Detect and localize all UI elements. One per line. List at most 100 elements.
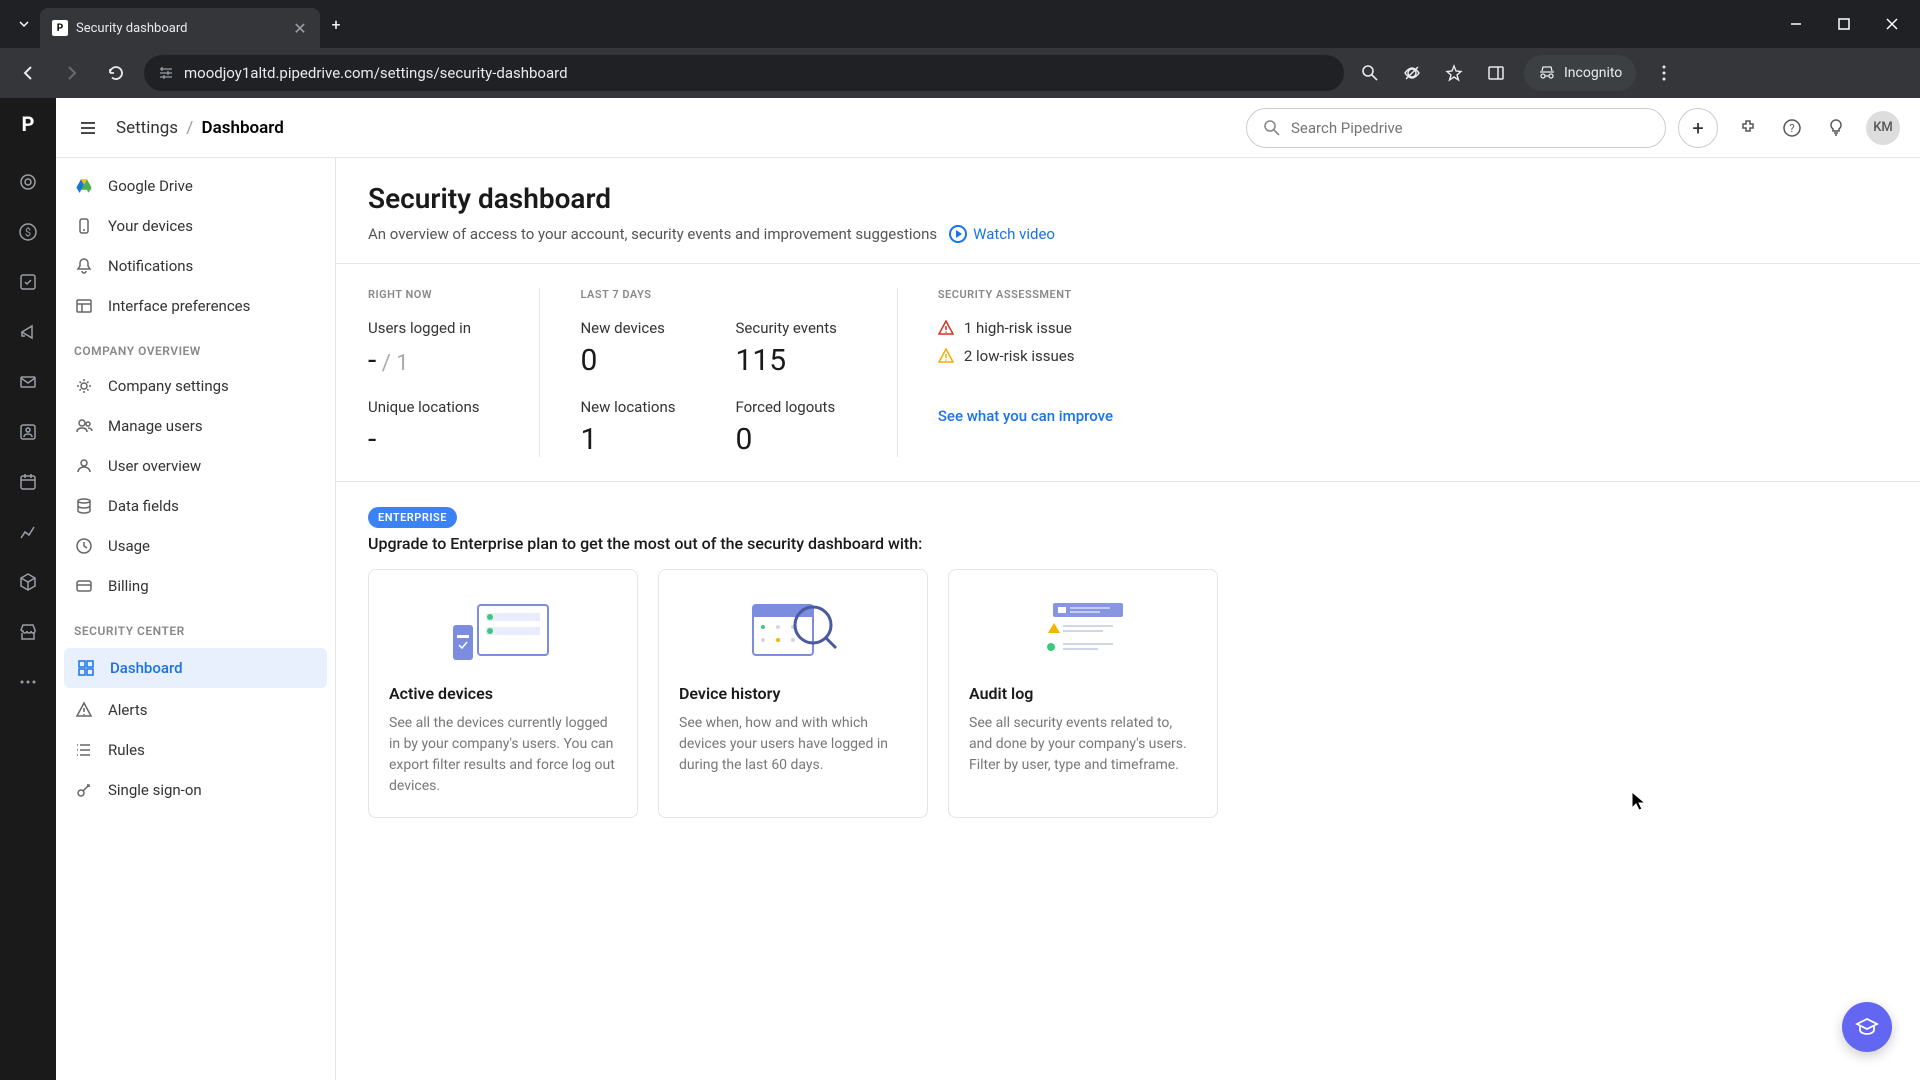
feature-card-desc: See when, how and with which devices you…: [679, 713, 907, 776]
tracking-blocked-icon[interactable]: [1398, 59, 1426, 87]
user-avatar[interactable]: KM: [1866, 111, 1900, 145]
app-logo-icon[interactable]: P: [10, 106, 46, 142]
sidebar-item-billing[interactable]: Billing: [56, 566, 335, 606]
sidebar-item-sso[interactable]: Single sign-on: [56, 770, 335, 810]
help-fab-button[interactable]: [1842, 1002, 1892, 1052]
lightbulb-icon[interactable]: [1822, 114, 1850, 142]
close-tab-button[interactable]: ✕: [292, 20, 308, 36]
stat-label: Users logged in: [368, 319, 479, 337]
users-icon: [74, 416, 94, 436]
help-icon[interactable]: ?: [1778, 114, 1806, 142]
sidebar-item-label: Billing: [108, 577, 149, 595]
rail-mail-icon[interactable]: [6, 360, 50, 404]
minimize-button[interactable]: [1776, 8, 1816, 40]
sidebar-item-label: Dashboard: [110, 659, 183, 677]
sidebar-item-user-overview[interactable]: User overview: [56, 446, 335, 486]
rail-more-icon[interactable]: [6, 660, 50, 704]
feature-card-title: Active devices: [389, 684, 617, 703]
feature-card-audit-log[interactable]: Audit log See all security events relate…: [948, 569, 1218, 818]
search-box[interactable]: [1246, 108, 1666, 148]
bell-icon: [74, 256, 94, 276]
maximize-button[interactable]: [1824, 8, 1864, 40]
rail-insights-icon[interactable]: [6, 510, 50, 554]
sidebar-item-label: Company settings: [108, 377, 229, 395]
url-bar[interactable]: moodjoy1altd.pipedrive.com/settings/secu…: [144, 55, 1344, 91]
sidebar-item-label: Interface preferences: [108, 297, 250, 315]
grid-icon: [76, 658, 96, 678]
back-button[interactable]: [12, 57, 44, 89]
reload-button[interactable]: [100, 57, 132, 89]
rail-projects-icon[interactable]: [6, 260, 50, 304]
stat-label: Unique locations: [368, 398, 479, 416]
sidebar-item-label: Notifications: [108, 257, 193, 275]
rail-calendar-icon[interactable]: [6, 460, 50, 504]
sidebar-item-label: Data fields: [108, 497, 179, 515]
rail-marketplace-icon[interactable]: [6, 610, 50, 654]
tab-favicon-icon: P: [52, 20, 68, 36]
browser-tab[interactable]: P Security dashboard ✕: [40, 8, 320, 48]
sidebar-item-your-devices[interactable]: Your devices: [56, 206, 335, 246]
rail-deals-icon[interactable]: $: [6, 210, 50, 254]
gear-icon: [74, 376, 94, 396]
watch-video-link[interactable]: Watch video: [949, 225, 1055, 243]
site-settings-icon[interactable]: [158, 65, 174, 81]
enterprise-badge: ENTERPRISE: [368, 507, 457, 528]
zoom-icon[interactable]: [1356, 59, 1384, 87]
stats-head-7days: LAST 7 DAYS: [580, 288, 836, 301]
menu-toggle-button[interactable]: [76, 116, 100, 140]
sidebar-item-rules[interactable]: Rules: [56, 730, 335, 770]
high-risk-row[interactable]: 1 high-risk issue: [938, 319, 1113, 337]
sidebar-item-google-drive[interactable]: Google Drive: [56, 166, 335, 206]
tab-search-dropdown[interactable]: [8, 8, 40, 40]
rail-campaigns-icon[interactable]: [6, 310, 50, 354]
rail-products-icon[interactable]: [6, 560, 50, 604]
breadcrumb-root[interactable]: Settings: [116, 118, 178, 138]
sidebar-header-security: SECURITY CENTER: [56, 606, 335, 646]
add-button[interactable]: +: [1678, 108, 1718, 148]
watch-video-label: Watch video: [973, 225, 1055, 243]
feature-card-title: Audit log: [969, 684, 1197, 703]
forward-button[interactable]: [56, 57, 88, 89]
high-risk-text: 1 high-risk issue: [964, 319, 1072, 337]
feature-card-active-devices[interactable]: Active devices See all the devices curre…: [368, 569, 638, 818]
stat-value: 0: [735, 422, 836, 457]
stat-label: New devices: [580, 319, 675, 337]
new-tab-button[interactable]: +: [320, 8, 352, 40]
sidebar-item-alerts[interactable]: Alerts: [56, 690, 335, 730]
rail-target-icon[interactable]: [6, 160, 50, 204]
incognito-badge[interactable]: Incognito: [1524, 55, 1636, 91]
sidebar-item-interface-prefs[interactable]: Interface preferences: [56, 286, 335, 326]
warning-high-icon: [938, 320, 954, 336]
breadcrumb-current: Dashboard: [202, 118, 284, 138]
rail-contacts-icon[interactable]: [6, 410, 50, 454]
feature-card-device-history[interactable]: Device history See when, how and with wh…: [658, 569, 928, 818]
card-icon: [74, 576, 94, 596]
sidebar-item-usage[interactable]: Usage: [56, 526, 335, 566]
search-input[interactable]: [1291, 119, 1649, 137]
search-icon: [1263, 119, 1281, 137]
incognito-label: Incognito: [1564, 65, 1622, 81]
browser-menu-button[interactable]: [1650, 59, 1678, 87]
sidebar-item-label: Usage: [108, 537, 150, 555]
sidebar-header-company: COMPANY OVERVIEW: [56, 326, 335, 366]
sidebar-item-data-fields[interactable]: Data fields: [56, 486, 335, 526]
sidebar-item-dashboard[interactable]: Dashboard: [64, 648, 327, 688]
improve-link[interactable]: See what you can improve: [938, 407, 1113, 425]
stats-head-now: RIGHT NOW: [368, 288, 479, 301]
stats-panel: RIGHT NOW Users logged in - / 1 Unique l…: [336, 263, 1920, 482]
sidebar-item-notifications[interactable]: Notifications: [56, 246, 335, 286]
sidebar-item-label: Single sign-on: [108, 781, 202, 799]
low-risk-row[interactable]: 2 low-risk issues: [938, 347, 1113, 365]
sidebar-item-label: User overview: [108, 457, 201, 475]
sidebar-item-manage-users[interactable]: Manage users: [56, 406, 335, 446]
browser-address-bar: moodjoy1altd.pipedrive.com/settings/secu…: [0, 48, 1920, 98]
stat-value: -: [368, 422, 479, 457]
low-risk-text: 2 low-risk issues: [964, 347, 1075, 365]
upgrade-section: ENTERPRISE Upgrade to Enterprise plan to…: [336, 482, 1920, 842]
active-devices-illustration-icon: [389, 590, 617, 670]
sidebar-item-company-settings[interactable]: Company settings: [56, 366, 335, 406]
extensions-icon[interactable]: [1734, 114, 1762, 142]
side-panel-icon[interactable]: [1482, 59, 1510, 87]
close-window-button[interactable]: [1872, 8, 1912, 40]
bookmark-icon[interactable]: [1440, 59, 1468, 87]
